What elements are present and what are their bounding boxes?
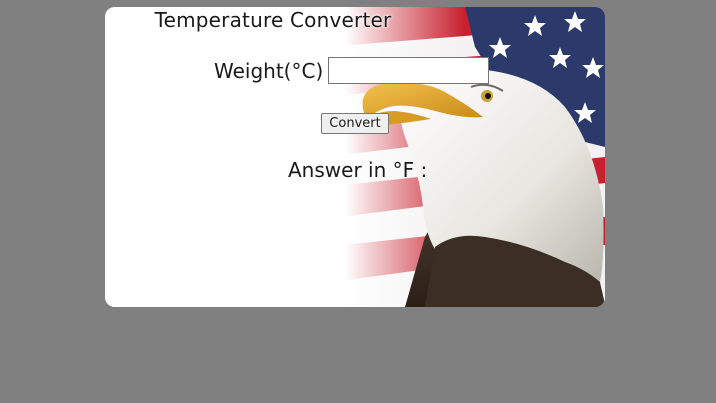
eagle-flag-image bbox=[105, 7, 605, 307]
answer-display: Answer in °F : bbox=[288, 158, 427, 182]
celsius-label: Weight(°C) bbox=[214, 58, 324, 83]
page-title: Temperature Converter bbox=[154, 8, 392, 32]
answer-label: Answer in °F : bbox=[288, 158, 428, 182]
celsius-input-row: Weight(°C) bbox=[214, 55, 490, 86]
converter-card: Temperature Converter Weight(°C) Convert… bbox=[105, 7, 605, 307]
convert-button[interactable]: Convert bbox=[321, 113, 389, 134]
celsius-input[interactable] bbox=[328, 57, 490, 84]
